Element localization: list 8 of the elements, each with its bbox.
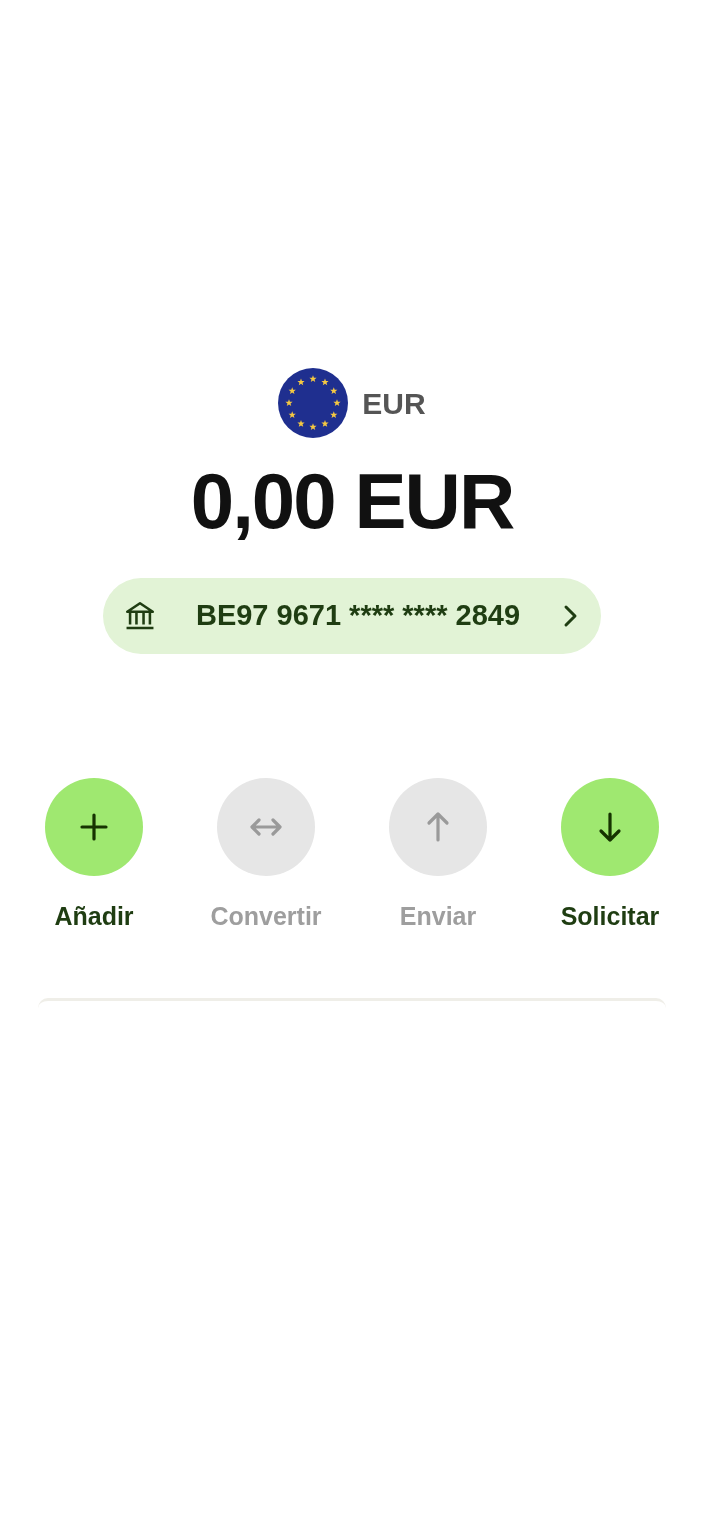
balance-amount: 0,00 EUR	[190, 456, 514, 546]
currency-code: EUR	[362, 385, 426, 422]
action-label: Enviar	[399, 901, 477, 932]
action-label: Añadir	[54, 901, 134, 932]
action-label: Solicitar	[560, 901, 660, 932]
account-number-button[interactable]: BE97 9671 **** **** 2849	[103, 578, 601, 654]
action-label: Convertir	[210, 901, 322, 932]
flag-icon	[278, 368, 349, 438]
